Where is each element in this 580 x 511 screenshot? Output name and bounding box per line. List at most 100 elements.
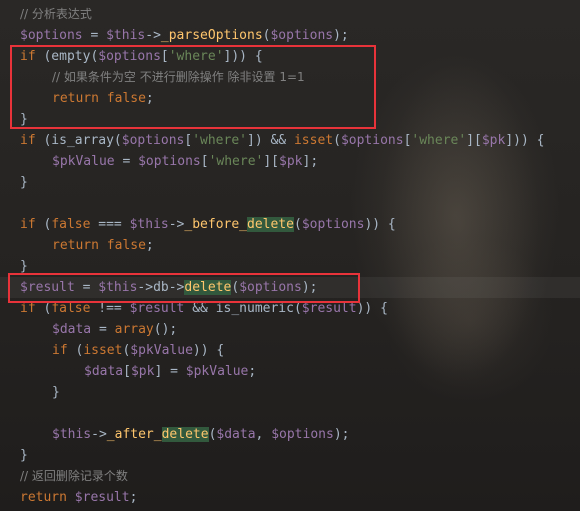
code-line[interactable]: if (false !== $result && is_numeric($res… xyxy=(0,298,580,319)
code-token-punct: ); xyxy=(333,28,349,43)
code-line[interactable]: } xyxy=(0,445,580,466)
code-token-punct: )) { xyxy=(356,301,388,316)
code-token-comment: // 返回删除记录个数 xyxy=(20,469,128,483)
code-token-plain: ->db-> xyxy=(137,280,185,295)
code-token-punct: [ xyxy=(200,154,209,169)
code-token-punct: } xyxy=(52,385,60,400)
code-token-function: _after_ xyxy=(106,427,162,442)
code-line[interactable]: $data[$pk] = $pkValue; xyxy=(0,361,580,382)
code-token-punct: ; xyxy=(248,364,257,379)
code-line[interactable]: $result = $this->db->delete($options); xyxy=(0,277,580,298)
code-token-string: 'where' xyxy=(192,133,247,148)
code-token-punct: ; xyxy=(129,490,138,505)
code-token-punct: ][ xyxy=(466,133,482,148)
code-line[interactable]: if (is_array($options['where']) && isset… xyxy=(0,130,580,151)
code-token-variable: $pkValue xyxy=(130,343,193,358)
code-line[interactable]: if (isset($pkValue)) { xyxy=(0,340,580,361)
code-token-variable: $pkValue xyxy=(185,364,249,379)
code-token-plain: -> xyxy=(168,217,185,232)
code-token-plain: === xyxy=(90,217,130,232)
code-token-function: _before_ xyxy=(184,217,248,232)
code-token-plain: (is_array( xyxy=(35,133,122,148)
code-line[interactable] xyxy=(0,193,580,214)
code-line[interactable]: // 分析表达式 xyxy=(0,4,580,25)
code-token-punct: [ xyxy=(123,364,131,379)
code-token-string: 'where' xyxy=(168,49,224,64)
code-token-comment: // 分析表达式 xyxy=(20,7,92,21)
code-token-punct: , xyxy=(255,427,272,442)
code-token-variable: $data xyxy=(216,427,256,442)
code-line[interactable] xyxy=(0,403,580,424)
code-token-punct: } xyxy=(20,175,28,190)
code-token-plain: = xyxy=(91,322,115,337)
code-token-variable: $result xyxy=(74,490,130,505)
code-token-comment: // 如果条件为空 不进行删除操作 除非设置 1=1 xyxy=(52,70,305,84)
code-token-highlight: delete xyxy=(184,280,232,295)
code-editor[interactable]: // 分析表达式 $options = $this->_parseOptions(… xyxy=(0,0,580,511)
code-token-keyword: if xyxy=(20,301,36,316)
code-token-punct: } xyxy=(20,448,28,463)
code-line[interactable]: if (empty($options['where'])) { xyxy=(0,46,580,67)
code-token-variable: $pk xyxy=(130,364,155,379)
code-token-plain: ( xyxy=(35,301,52,316)
code-line[interactable]: return false; xyxy=(0,235,580,256)
code-token-punct: ][ xyxy=(263,154,280,169)
code-line[interactable]: } xyxy=(0,256,580,277)
code-token-variable: $result xyxy=(20,280,75,295)
code-line[interactable]: } xyxy=(0,172,580,193)
code-line[interactable]: // 返回删除记录个数 xyxy=(0,466,580,487)
code-line[interactable]: if (false === $this->_before_delete($opt… xyxy=(0,214,580,235)
code-token-variable: $pk xyxy=(481,133,506,148)
code-token-variable: $options xyxy=(98,49,161,64)
code-token-plain: ( xyxy=(35,217,52,232)
code-token-punct: ); xyxy=(333,427,350,442)
code-token-punct: ]) && xyxy=(247,133,294,148)
code-token-variable: $data xyxy=(52,322,92,337)
code-line[interactable]: // 如果条件为空 不进行删除操作 除非设置 1=1 xyxy=(0,67,580,88)
code-token-keyword: false xyxy=(51,301,91,316)
code-token-plain: !== xyxy=(90,301,130,316)
code-token-variable: $options xyxy=(138,154,201,169)
code-line[interactable]: } xyxy=(0,109,580,130)
code-token-plain: -> xyxy=(145,28,161,43)
code-token-punct: )) { xyxy=(364,217,396,232)
code-token-variable: $options xyxy=(301,217,365,232)
code-token-variable: $result xyxy=(129,301,185,316)
code-token-keyword: if xyxy=(20,49,36,64)
code-token-keyword: if xyxy=(20,133,36,148)
code-token-variable: $options xyxy=(270,28,334,43)
code-token-string: 'where' xyxy=(411,133,467,148)
code-line[interactable]: return false; xyxy=(0,88,580,109)
code-token-string: 'where' xyxy=(208,154,264,169)
code-token-punct: ( xyxy=(231,280,240,295)
code-token-plain: = xyxy=(82,28,107,43)
code-line[interactable]: return $result; xyxy=(0,487,580,508)
code-line[interactable]: $options = $this->_parseOptions($options… xyxy=(0,25,580,46)
code-token-punct: ] = xyxy=(154,364,186,379)
code-token-punct: (); xyxy=(153,322,178,337)
code-token-punct: ]; xyxy=(302,154,319,169)
code-token-keyword: return false xyxy=(52,238,146,253)
code-line[interactable]: $this->_after_delete($data, $options); xyxy=(0,424,580,445)
code-line[interactable]: $data = array(); xyxy=(0,319,580,340)
code-token-variable: $pkValue xyxy=(52,154,115,169)
code-token-keyword: return xyxy=(20,490,67,505)
code-line[interactable]: $pkValue = $options['where'][$pk]; xyxy=(0,151,580,172)
code-token-keyword: if xyxy=(20,217,36,232)
code-token-keyword: if xyxy=(52,343,68,358)
code-token-keyword: false xyxy=(51,217,91,232)
code-token-function: _parseOptions xyxy=(160,28,263,43)
code-token-punct: [ xyxy=(160,49,169,64)
code-token-variable: $this xyxy=(129,217,169,232)
code-token-keyword: isset xyxy=(293,133,334,148)
code-token-punct: ( xyxy=(333,133,341,148)
code-token-punct: } xyxy=(20,112,28,127)
code-token-punct: ])) { xyxy=(505,133,545,148)
code-token-highlight: delete xyxy=(161,427,209,442)
code-token-variable: $this xyxy=(52,427,92,442)
code-token-variable: $options xyxy=(20,28,83,43)
code-line[interactable]: } xyxy=(0,382,580,403)
code-token-punct: ( xyxy=(293,217,302,232)
code-token-plain: && is_numeric( xyxy=(184,301,302,316)
